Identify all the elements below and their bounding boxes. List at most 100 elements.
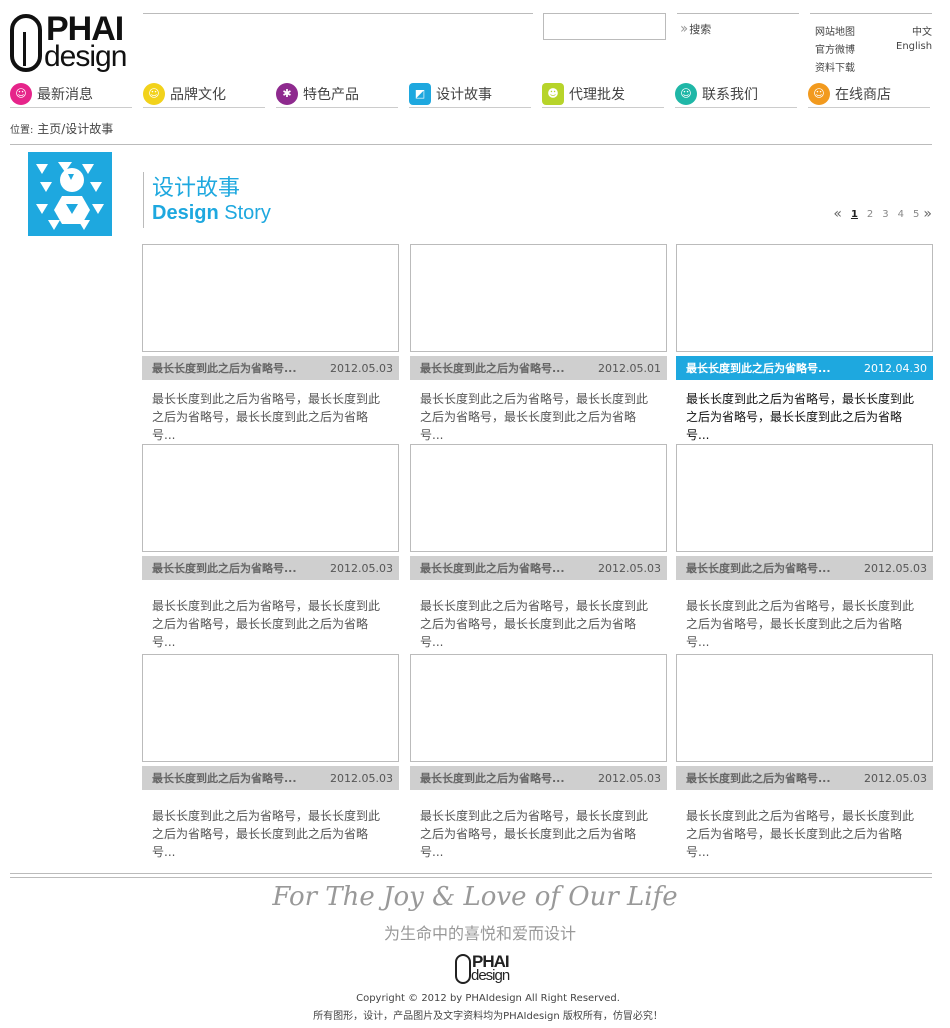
search-divider	[677, 13, 799, 14]
nav-item-label: 在线商店	[835, 86, 891, 103]
story-thumbnail[interactable]	[410, 654, 667, 762]
footer-logo-mark-icon	[455, 954, 471, 984]
story-card[interactable]: 最长长度到此之后为省略号... 2012.05.03 最长长度到此之后为省略号，…	[676, 654, 933, 859]
story-date: 2012.05.01	[598, 361, 661, 375]
story-description: 最长长度到此之后为省略号，最长长度到此之后为省略号，最长长度到此之后为省略号..…	[686, 599, 915, 649]
page-link-4[interactable]: 4	[898, 209, 904, 220]
story-title-bar: 最长长度到此之后为省略号... 2012.04.30	[676, 356, 933, 380]
footer-rights-notice: 所有图形，设计，产品图片及文字资料均为PHAIdesign 版权所有，仿冒必究！	[313, 1011, 663, 1022]
footer-divider-bottom	[10, 877, 932, 878]
footer-copyright: Copyright © 2012 by PHAIdesign All Right…	[356, 993, 620, 1004]
nav-item-label: 特色产品	[303, 86, 359, 103]
story-card[interactable]: 最长长度到此之后为省略号... 2012.05.03 最长长度到此之后为省略号，…	[410, 654, 667, 859]
orange-face-icon: ☺	[808, 82, 830, 105]
nav-item-news[interactable]: ☺ 最新消息	[10, 80, 132, 108]
story-title[interactable]: 最长长度到此之后为省略号...	[420, 560, 565, 576]
story-title[interactable]: 最长长度到此之后为省略号...	[420, 770, 565, 786]
story-thumbnail[interactable]	[142, 654, 399, 762]
section-title-divider	[143, 172, 144, 228]
nav-item-products[interactable]: ✱ 特色产品	[276, 80, 398, 108]
story-title[interactable]: 最长长度到此之后为省略号...	[420, 360, 565, 376]
story-title-bar: 最长长度到此之后为省略号... 2012.05.03	[410, 556, 667, 580]
nav-item-label: 代理批发	[569, 86, 625, 103]
story-description: 最长长度到此之后为省略号，最长长度到此之后为省略号，最长长度到此之后为省略号..…	[420, 392, 649, 442]
section-title-en: Design Story	[152, 202, 271, 225]
nav-item-contact[interactable]: ☺ 联系我们	[675, 80, 797, 108]
story-description: 最长长度到此之后为省略号，最长长度到此之后为省略号，最长长度到此之后为省略号..…	[152, 392, 381, 442]
story-thumbnail[interactable]	[676, 244, 933, 352]
nav-item-label: 品牌文化	[170, 86, 226, 103]
story-description: 最长长度到此之后为省略号，最长长度到此之后为省略号，最长长度到此之后为省略号..…	[420, 599, 649, 649]
language-english-link[interactable]: English	[896, 41, 932, 52]
story-card[interactable]: 最长长度到此之后为省略号... 2012.05.03 最长长度到此之后为省略号，…	[676, 444, 933, 649]
story-title-bar: 最长长度到此之后为省略号... 2012.05.03	[676, 766, 933, 790]
story-thumbnail[interactable]	[676, 444, 933, 552]
story-card-active[interactable]: 最长长度到此之后为省略号... 2012.04.30 最长长度到此之后为省略号，…	[676, 244, 933, 442]
prev-page-icon[interactable]: «	[833, 206, 842, 222]
story-date: 2012.05.03	[864, 771, 927, 785]
search-input[interactable]	[543, 13, 666, 40]
story-thumbnail[interactable]	[410, 444, 667, 552]
section-title-en-light: Story	[224, 202, 271, 224]
story-title[interactable]: 最长长度到此之后为省略号...	[686, 360, 831, 376]
story-description: 最长长度到此之后为省略号，最长长度到此之后为省略号，最长长度到此之后为省略号..…	[152, 599, 381, 649]
nav-item-shop[interactable]: ☺ 在线商店	[808, 80, 930, 108]
section-title-en-bold: Design	[152, 202, 219, 224]
story-title[interactable]: 最长长度到此之后为省略号...	[152, 360, 297, 376]
story-card[interactable]: 最长长度到此之后为省略号... 2012.05.01 最长长度到此之后为省略号，…	[410, 244, 667, 442]
purple-star-face-icon: ✱	[276, 82, 298, 105]
site-logo[interactable]: PHAI design	[10, 10, 134, 76]
story-thumbnail[interactable]	[142, 444, 399, 552]
page-link-5[interactable]: 5	[913, 209, 919, 220]
story-card[interactable]: 最长长度到此之后为省略号... 2012.05.03 最长长度到此之后为省略号，…	[142, 444, 399, 649]
downloads-link[interactable]: 资料下载	[815, 59, 855, 74]
nav-item-label: 设计故事	[436, 86, 492, 103]
weibo-link[interactable]: 官方微博	[815, 41, 855, 56]
teal-face-icon: ☺	[675, 82, 697, 105]
nav-item-wholesale[interactable]: ☻ 代理批发	[542, 80, 664, 108]
nav-item-design-story[interactable]: ◩ 设计故事	[409, 80, 531, 108]
double-chevron-right-icon: ››	[680, 21, 688, 37]
page-link-3[interactable]: 3	[882, 209, 888, 220]
breadcrumb-path[interactable]: 主页/设计故事	[37, 122, 113, 136]
footer-logo-text-bottom: design	[471, 967, 510, 984]
footer-slogan-en: For The Joy & Love of Our Life	[272, 882, 678, 912]
language-chinese-link[interactable]: 中文	[912, 23, 932, 38]
design-story-art-icon	[28, 152, 112, 236]
page-link-1[interactable]: 1	[851, 209, 858, 220]
story-date: 2012.04.30	[864, 361, 927, 375]
story-title[interactable]: 最长长度到此之后为省略号...	[686, 560, 831, 576]
story-card[interactable]: 最长长度到此之后为省略号... 2012.05.03 最长长度到此之后为省略号，…	[410, 444, 667, 649]
story-title[interactable]: 最长长度到此之后为省略号...	[152, 770, 297, 786]
utility-divider	[810, 13, 932, 14]
sitemap-link[interactable]: 网站地图	[815, 23, 855, 38]
story-date: 2012.05.03	[330, 361, 393, 375]
story-date: 2012.05.03	[598, 771, 661, 785]
story-thumbnail[interactable]	[676, 654, 933, 762]
story-description: 最长长度到此之后为省略号，最长长度到此之后为省略号，最长长度到此之后为省略号..…	[686, 392, 915, 442]
blue-square-icon: ◩	[409, 82, 431, 105]
story-card[interactable]: 最长长度到此之后为省略号... 2012.05.03 最长长度到此之后为省略号，…	[142, 654, 399, 859]
next-page-icon[interactable]: »	[923, 206, 932, 222]
logo-text-bottom: design	[44, 40, 127, 73]
smile-face-icon: ☺	[10, 82, 32, 105]
story-card[interactable]: 最长长度到此之后为省略号... 2012.05.03 最长长度到此之后为省略号，…	[142, 244, 399, 442]
nav-item-brand[interactable]: ☺ 品牌文化	[143, 80, 265, 108]
story-date: 2012.05.03	[330, 561, 393, 575]
footer-slogan-cn: 为生命中的喜悦和爱而设计	[383, 924, 576, 943]
story-thumbnail[interactable]	[142, 244, 399, 352]
story-thumbnail[interactable]	[410, 244, 667, 352]
page-link-2[interactable]: 2	[867, 209, 873, 220]
breadcrumb-divider	[10, 144, 932, 145]
story-title-bar: 最长长度到此之后为省略号... 2012.05.03	[410, 766, 667, 790]
story-title[interactable]: 最长长度到此之后为省略号...	[152, 560, 297, 576]
main-nav: ☺ 最新消息 ☺ 品牌文化 ✱ 特色产品 ◩ 设计故事 ☻ 代理批发 ☺ 联系我…	[10, 80, 932, 110]
header-divider	[143, 13, 533, 14]
story-description: 最长长度到此之后为省略号，最长长度到此之后为省略号，最长长度到此之后为省略号..…	[686, 809, 915, 859]
story-title-bar: 最长长度到此之后为省略号... 2012.05.03	[142, 356, 399, 380]
story-description: 最长长度到此之后为省略号，最长长度到此之后为省略号，最长长度到此之后为省略号..…	[420, 809, 649, 859]
yellow-face-icon: ☺	[143, 82, 165, 105]
search-button[interactable]: ›› 搜索	[680, 21, 711, 37]
footer-logo[interactable]: PHAI design	[455, 952, 519, 986]
story-title[interactable]: 最长长度到此之后为省略号...	[686, 770, 831, 786]
